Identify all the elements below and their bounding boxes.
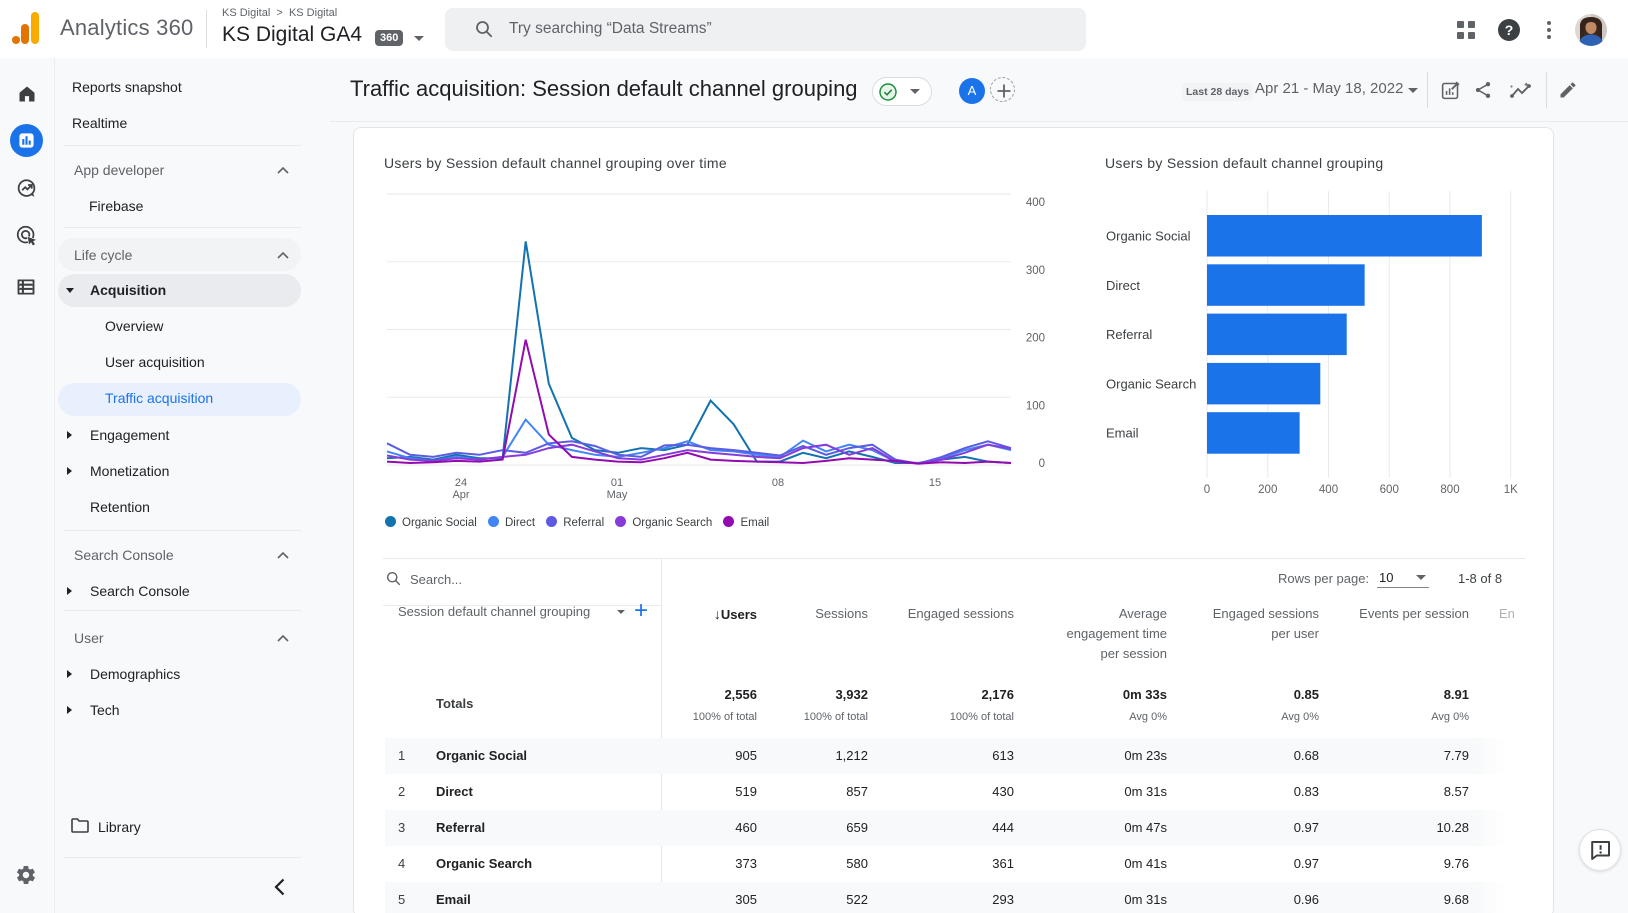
- svg-text:100: 100: [1026, 400, 1045, 412]
- svg-text:Organic Social: Organic Social: [1106, 229, 1191, 244]
- svg-text:1K: 1K: [1504, 484, 1518, 496]
- svg-text:400: 400: [1026, 197, 1045, 209]
- svg-text:0: 0: [1039, 458, 1045, 470]
- svg-text:Referral: Referral: [1106, 327, 1152, 342]
- svg-text:800: 800: [1440, 484, 1459, 496]
- svg-text:300: 300: [1026, 265, 1045, 277]
- svg-text:Organic Search: Organic Search: [1106, 376, 1196, 391]
- svg-text:400: 400: [1319, 484, 1338, 496]
- svg-text:200: 200: [1026, 333, 1045, 345]
- svg-text:Direct: Direct: [1106, 278, 1140, 293]
- svg-text:200: 200: [1258, 484, 1277, 496]
- svg-text:600: 600: [1380, 484, 1399, 496]
- svg-text:0: 0: [1204, 484, 1210, 496]
- svg-text:Email: Email: [1106, 426, 1139, 441]
